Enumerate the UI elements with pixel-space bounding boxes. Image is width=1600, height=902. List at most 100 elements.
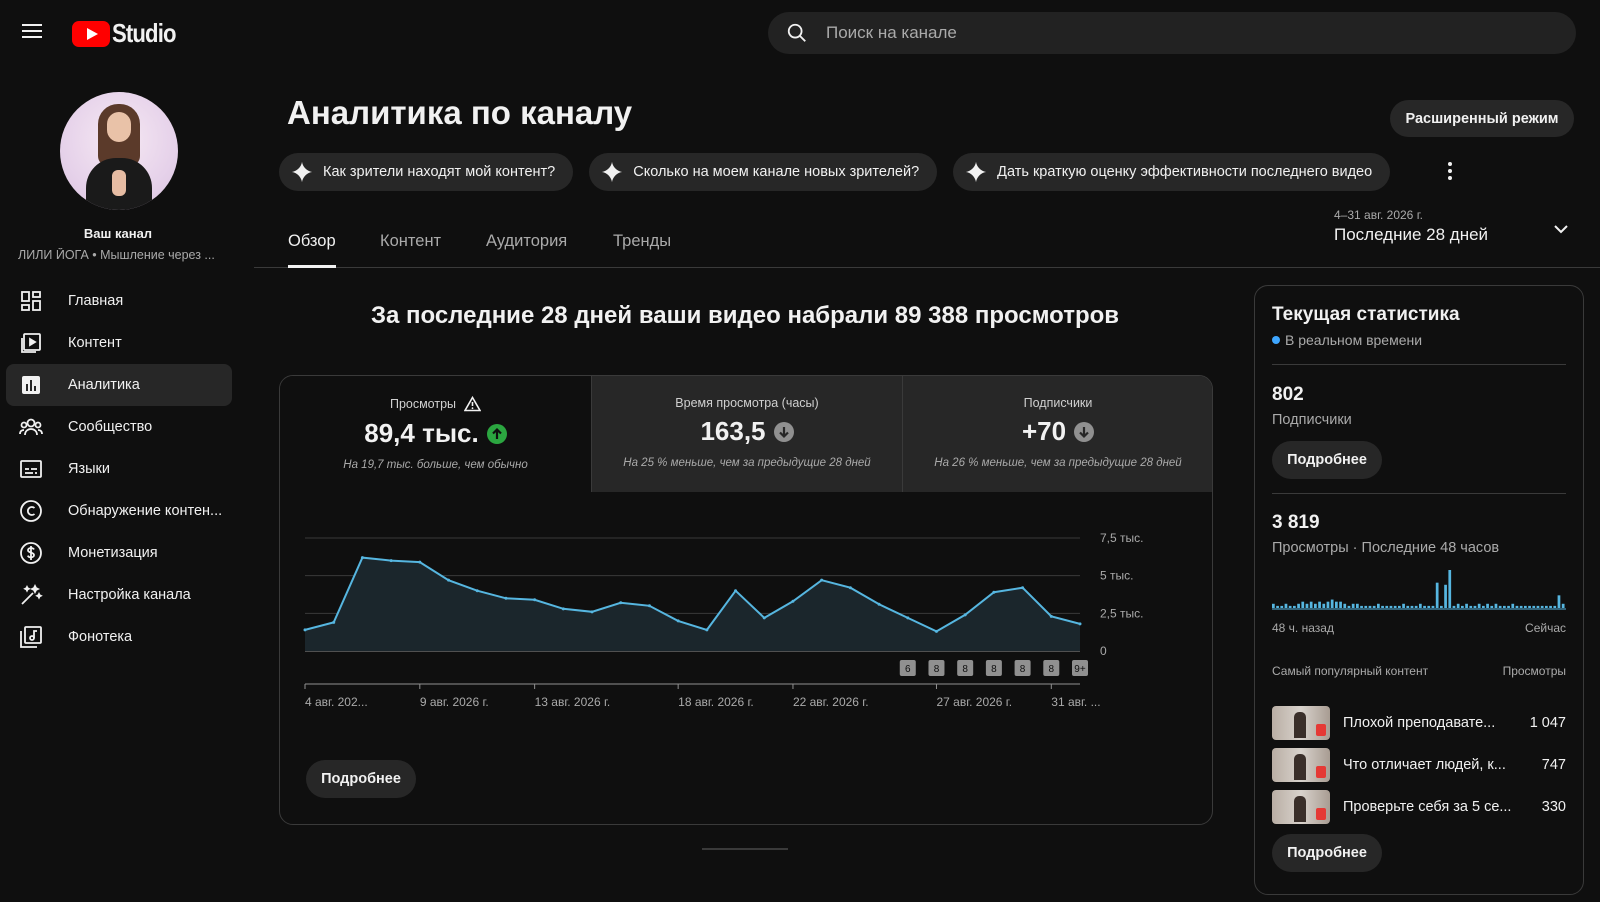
data-point	[418, 560, 422, 564]
advanced-mode-button[interactable]: Расширенный режим	[1390, 100, 1574, 137]
menu-icon[interactable]	[18, 20, 46, 44]
metric-value: 89,4 тыс.	[280, 418, 591, 449]
logo-text: Studio	[112, 18, 176, 48]
video-thumbnail	[1272, 748, 1330, 782]
summary-headline: За последние 28 дней ваши видео набрали …	[370, 302, 1120, 329]
x-tick-label: 4 авг. 202...	[305, 695, 368, 709]
sidebar-item-content-detection[interactable]: Обнаружение контен...	[6, 490, 232, 532]
axis-end-label: Сейчас	[1525, 621, 1566, 635]
sidebar-item-label: Языки	[68, 461, 110, 477]
realtime-bar	[1482, 605, 1485, 608]
list-item[interactable]: Что отличает людей, к... 747	[1272, 744, 1566, 786]
realtime-bar	[1461, 605, 1464, 608]
sidebar-item-content[interactable]: Контент	[6, 322, 232, 364]
realtime-bar	[1557, 595, 1561, 608]
date-range-label: Последние 28 дней	[1334, 225, 1489, 244]
top-content-more-button[interactable]: Подробнее	[1272, 834, 1382, 872]
metric-note: На 26 % меньше, чем за предыдущие 28 дне…	[934, 457, 1182, 469]
content-icon	[18, 330, 44, 356]
sidebar-item-dashboard[interactable]: Главная	[6, 280, 232, 322]
sidebar-item-community[interactable]: Сообщество	[6, 406, 232, 448]
realtime-bar	[1503, 605, 1506, 608]
data-point	[1078, 622, 1082, 626]
chip-label: Дать краткую оценку эффективности послед…	[997, 164, 1373, 180]
realtime-bar	[1305, 603, 1309, 608]
realtime-bar-chart[interactable]	[1272, 568, 1566, 612]
area-fill	[305, 557, 1080, 651]
data-point	[647, 604, 651, 608]
list-item[interactable]: Плохой преподавате... 1 047	[1272, 702, 1566, 744]
search-bar[interactable]	[768, 12, 1576, 54]
realtime-bar	[1410, 605, 1414, 608]
audio-library-icon	[18, 624, 44, 650]
suggestion-chip[interactable]: Как зрители находят мой контент?	[279, 153, 574, 191]
youtube-play-icon	[72, 20, 110, 47]
tab-overview[interactable]: Обзор	[288, 232, 336, 268]
metric-views[interactable]: Просмотры 89,4 тыс. На 19,7 тыс. больше,…	[280, 376, 591, 492]
metric-label: Подписчики	[1023, 396, 1093, 410]
sidebar-item-monetization[interactable]: Монетизация	[6, 532, 232, 574]
metric-note: На 25 % меньше, чем за предыдущие 28 дне…	[623, 457, 871, 469]
list-item[interactable]: Проверьте себя за 5 се... 330	[1272, 786, 1566, 828]
publish-marker-label: 8	[1049, 664, 1055, 675]
tab-trends[interactable]: Тренды	[613, 232, 671, 265]
tab-content[interactable]: Контент	[380, 232, 441, 265]
realtime-bar	[1356, 603, 1359, 608]
views-chart[interactable]: 7,5 тыс. 5 тыс. 2,5 тыс. 0 6 8 8 8 8 8 9+ 4 авг. 20…	[280, 492, 1213, 752]
x-tick-label: 13 авг. 2026 г.	[535, 695, 611, 709]
video-thumbnail	[1272, 706, 1330, 740]
date-range-selector[interactable]: 4–31 авг. 2026 г. Последние 28 дней	[1334, 208, 1574, 252]
subscribers-more-button[interactable]: Подробнее	[1272, 441, 1382, 479]
realtime-views-count: 3 819	[1272, 512, 1320, 533]
realtime-bar	[1549, 605, 1552, 608]
metric-label: Просмотры	[280, 396, 591, 412]
metric-subscribers[interactable]: Подписчики +70 На 26 % меньше, чем за пр…	[902, 376, 1212, 492]
sidebar-item-audio-library[interactable]: Фонотека	[6, 616, 232, 658]
channel-avatar[interactable]	[60, 92, 178, 210]
data-point	[820, 578, 824, 582]
realtime-bar	[1507, 605, 1510, 608]
realtime-bar	[1490, 605, 1494, 608]
data-point	[619, 601, 623, 605]
realtime-bar	[1486, 603, 1489, 608]
video-title: Проверьте себя за 5 се...	[1343, 799, 1512, 815]
arrow-down-icon	[1074, 421, 1095, 442]
data-point	[791, 599, 795, 603]
sidebar-item-customization[interactable]: Настройка канала	[6, 574, 232, 616]
card-more-button[interactable]: Подробнее	[306, 760, 416, 798]
realtime-bar	[1402, 603, 1405, 608]
y-tick-label: 2,5 тыс.	[1100, 606, 1143, 620]
search-input[interactable]	[826, 23, 1526, 43]
arrow-down-icon	[773, 421, 794, 442]
metric-watch-time[interactable]: Время просмотра (часы) 163,5 На 25 % мен…	[591, 376, 902, 492]
sidebar-item-label: Главная	[68, 293, 124, 309]
data-point	[1021, 586, 1025, 590]
suggestion-chip[interactable]: Сколько на моем канале новых зрителей?	[589, 153, 938, 191]
suggestion-chip[interactable]: Дать краткую оценку эффективности послед…	[953, 153, 1391, 191]
chevron-down-icon	[1554, 225, 1568, 234]
data-point	[360, 556, 364, 560]
studio-logo[interactable]: Studio	[72, 18, 187, 49]
sidebar-item-label: Обнаружение контен...	[68, 503, 223, 519]
tab-audience[interactable]: Аудитория	[486, 232, 567, 265]
sidebar-nav: Главная Контент Аналитика Сообщество Язы…	[6, 280, 232, 658]
sidebar-item-languages[interactable]: Языки	[6, 448, 232, 490]
sidebar-item-analytics[interactable]: Аналитика	[6, 364, 232, 406]
realtime-bar	[1297, 603, 1300, 608]
divider	[1272, 364, 1566, 365]
y-tick-label: 7,5 тыс.	[1100, 531, 1143, 545]
video-views: 1 047	[1529, 715, 1566, 731]
realtime-bar	[1293, 605, 1296, 608]
publish-marker-label: 8	[962, 664, 968, 675]
realtime-bar	[1423, 605, 1426, 608]
data-point	[447, 578, 451, 582]
monetization-icon	[18, 540, 44, 566]
realtime-bar	[1532, 605, 1536, 608]
page-title: Аналитика по каналу	[287, 94, 633, 131]
data-point	[533, 598, 537, 602]
data-point	[303, 628, 307, 632]
realtime-bar	[1351, 603, 1355, 608]
more-options-icon[interactable]	[1440, 160, 1460, 184]
realtime-bar	[1322, 603, 1326, 608]
realtime-bar	[1515, 605, 1519, 608]
